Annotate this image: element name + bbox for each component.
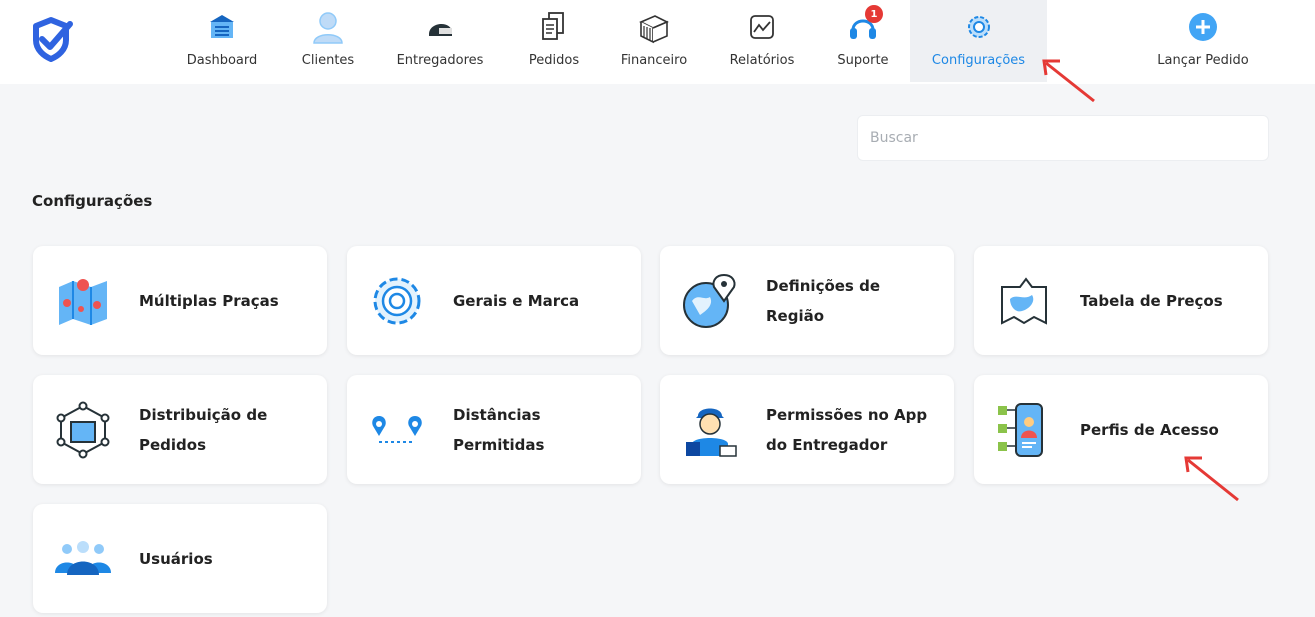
card-label: Perfis de Acesso: [1080, 420, 1219, 439]
users-group-icon: [53, 529, 113, 589]
globe-pin-icon: [680, 271, 740, 331]
nav-pedidos[interactable]: Pedidos: [514, 0, 594, 82]
nav-entregadores-label: Entregadores: [396, 53, 484, 68]
dashboard-icon: [204, 9, 240, 45]
card-label: Usuários: [139, 549, 213, 568]
user-icon: [310, 9, 346, 45]
nav-clientes[interactable]: Clientes: [288, 0, 368, 82]
card-label: Definições de Região: [766, 276, 880, 325]
top-navigation-bar: Dashboard Clientes Entregadores Pedidos …: [0, 0, 1315, 84]
card-permissoes-no-app[interactable]: Permissões no App do Entregador: [660, 375, 954, 484]
nav-financeiro[interactable]: Financeiro: [604, 0, 704, 82]
nav-entregadores[interactable]: Entregadores: [380, 0, 500, 82]
card-tabela-de-precos[interactable]: Tabela de Preços: [974, 246, 1268, 355]
card-label: Distribuição de Pedidos: [139, 405, 268, 454]
logo-icon[interactable]: [26, 14, 76, 64]
nav-clientes-label: Clientes: [301, 53, 355, 68]
map-pins-icon: [53, 271, 113, 331]
route-pins-icon: [367, 400, 427, 460]
card-definicoes-de-regiao[interactable]: Definições de Região: [660, 246, 954, 355]
money-stack-icon: [636, 9, 672, 45]
price-map-icon: [994, 271, 1054, 331]
nav-dashboard[interactable]: Dashboard: [172, 0, 272, 82]
launch-order-label: Lançar Pedido: [1157, 53, 1249, 68]
plus-circle-icon: [1185, 9, 1221, 45]
nav-configuracoes-label: Configurações: [931, 53, 1026, 68]
chart-icon: [744, 9, 780, 45]
nav-relatorios-label: Relatórios: [729, 53, 795, 68]
search-input[interactable]: [857, 115, 1269, 161]
network-box-icon: [53, 400, 113, 460]
page-title: Configurações: [32, 192, 153, 210]
nav-suporte-label: Suporte: [837, 53, 889, 68]
helmet-icon: [422, 9, 458, 45]
nav-dashboard-label: Dashboard: [186, 53, 258, 68]
card-label: Tabela de Preços: [1080, 291, 1223, 310]
card-label: Distâncias Permitidas: [453, 405, 545, 454]
notification-badge: 1: [865, 5, 883, 23]
card-usuarios[interactable]: Usuários: [33, 504, 327, 613]
card-gerais-e-marca[interactable]: Gerais e Marca: [347, 246, 641, 355]
launch-order-button[interactable]: Lançar Pedido: [1140, 0, 1266, 82]
card-label: Gerais e Marca: [453, 291, 580, 310]
nav-configuracoes[interactable]: Configurações: [910, 0, 1047, 82]
gear-icon: [367, 271, 427, 331]
nav-pedidos-label: Pedidos: [528, 53, 580, 68]
gear-icon: [961, 9, 997, 45]
headset-icon: 1: [845, 5, 883, 45]
annotation-arrow: [1184, 456, 1239, 502]
card-multiplas-pracas[interactable]: Múltiplas Praças: [33, 246, 327, 355]
nav-suporte[interactable]: 1 Suporte: [820, 0, 906, 82]
annotation-arrow: [1042, 59, 1095, 103]
card-label: Múltiplas Praças: [139, 291, 279, 310]
nav-financeiro-label: Financeiro: [620, 53, 688, 68]
card-label: Permissões no App do Entregador: [766, 405, 928, 454]
card-distribuicao-de-pedidos[interactable]: Distribuição de Pedidos: [33, 375, 327, 484]
nav-relatorios[interactable]: Relatórios: [714, 0, 810, 82]
card-distancias-permitidas[interactable]: Distâncias Permitidas: [347, 375, 641, 484]
courier-icon: [680, 400, 740, 460]
profile-checklist-icon: [994, 400, 1054, 460]
documents-icon: [536, 9, 572, 45]
